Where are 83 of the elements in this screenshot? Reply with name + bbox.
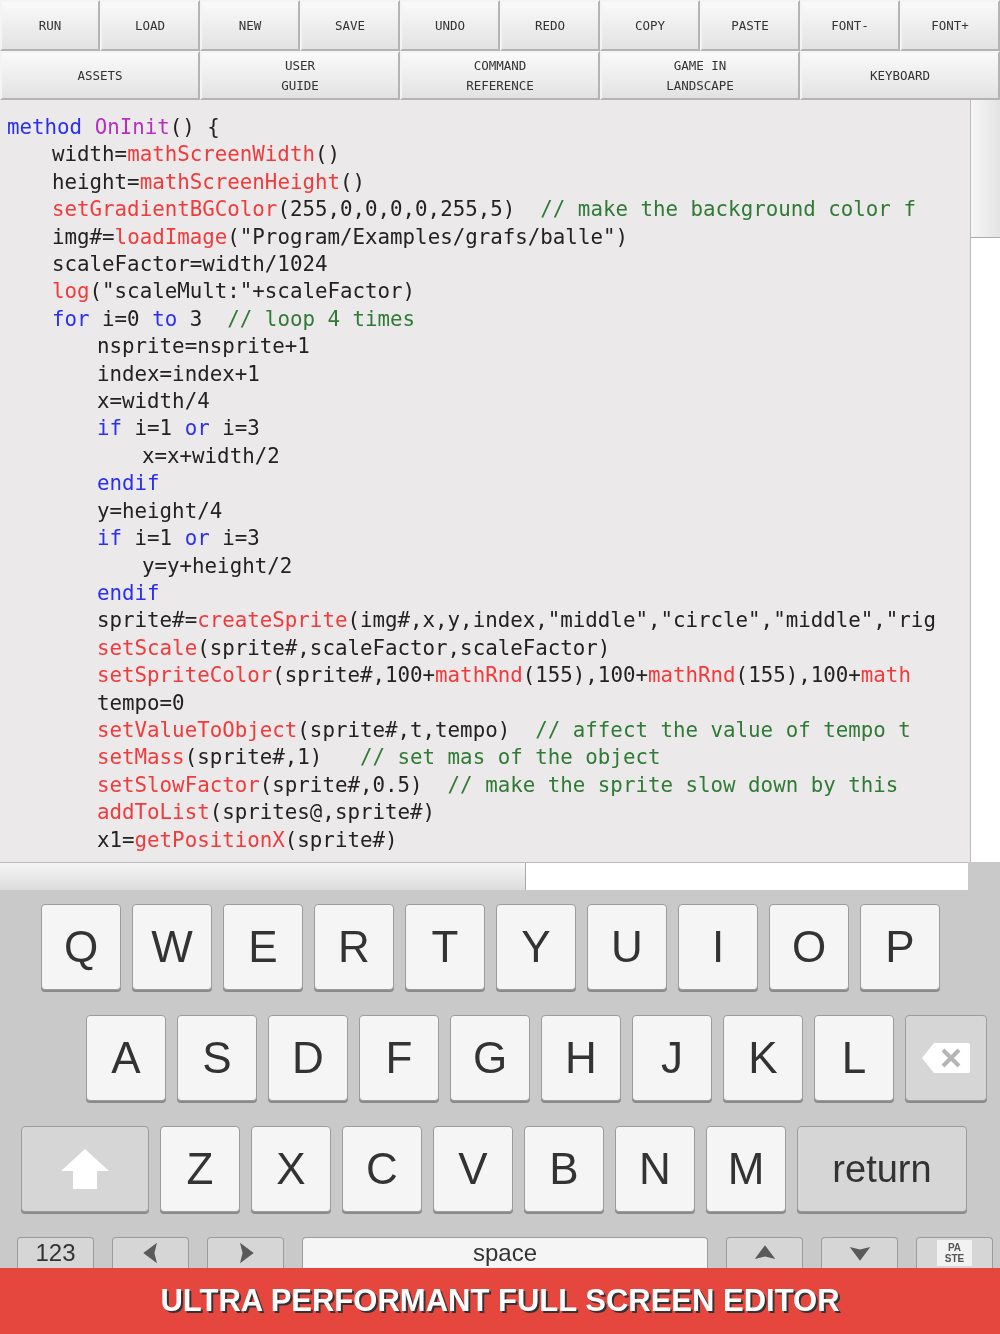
- down-arrow-key[interactable]: [821, 1237, 898, 1268]
- toolbar-button[interactable]: PASTE: [700, 0, 800, 51]
- letter-key[interactable]: V: [433, 1126, 513, 1212]
- letter-key[interactable]: E: [223, 904, 303, 990]
- code-line: log("scaleMult:"+scaleFactor): [52, 278, 416, 306]
- toolbar-button[interactable]: COMMAND REFERENCE: [400, 51, 600, 100]
- letter-key[interactable]: G: [450, 1015, 530, 1101]
- letter-key[interactable]: F: [359, 1015, 439, 1101]
- letter-key[interactable]: N: [615, 1126, 695, 1212]
- letter-key[interactable]: Z: [160, 1126, 240, 1212]
- toolbar-button[interactable]: LOAD: [100, 0, 200, 51]
- toolbar-button[interactable]: GAME IN LANDSCAPE: [600, 51, 800, 100]
- code-line: setValueToObject(sprite#,t,tempo) // affect the value of tempo t: [97, 716, 911, 744]
- left-arrow-key[interactable]: [112, 1237, 189, 1268]
- code-line: img#=loadImage("Program/Examples/grafs/balle"): [52, 223, 628, 251]
- code-line: scaleFactor=width/1024: [52, 251, 328, 279]
- right-arrow-key[interactable]: [207, 1237, 284, 1268]
- code-line: if i=1 or i=3: [97, 415, 260, 443]
- code-line: nsprite=nsprite+1: [97, 333, 310, 361]
- code-line: index=index+1: [97, 360, 260, 388]
- up-arrow-key[interactable]: [726, 1237, 803, 1268]
- toolbar-button[interactable]: UNDO: [400, 0, 500, 51]
- letter-key[interactable]: A: [86, 1015, 166, 1101]
- vertical-scrollbar[interactable]: [970, 100, 1000, 862]
- code-line: width=mathScreenWidth(): [52, 141, 340, 169]
- letter-key[interactable]: O: [769, 904, 849, 990]
- letter-key[interactable]: Q: [41, 904, 121, 990]
- letter-key[interactable]: J: [632, 1015, 712, 1101]
- letter-key[interactable]: P: [860, 904, 940, 990]
- letter-key[interactable]: Y: [496, 904, 576, 990]
- code-line: method OnInit() {: [7, 114, 220, 141]
- toolbar-button[interactable]: NEW: [200, 0, 300, 51]
- toolbar-button[interactable]: REDO: [500, 0, 600, 51]
- letter-key[interactable]: C: [342, 1126, 422, 1212]
- shift-key[interactable]: [21, 1126, 149, 1212]
- horizontal-scrollbar[interactable]: [0, 862, 968, 890]
- letter-key[interactable]: K: [723, 1015, 803, 1101]
- code-line: setSlowFactor(sprite#,0.5) // make the sprite slow down by this: [97, 771, 899, 799]
- toolbar-button[interactable]: SAVE: [300, 0, 400, 51]
- code-line: x1=getPositionX(sprite#): [97, 826, 398, 854]
- shift-arrow-icon: [59, 1147, 111, 1191]
- toolbar-button[interactable]: FONT+: [900, 0, 1000, 51]
- numbers-key[interactable]: 123: [17, 1237, 94, 1268]
- code-line: endif: [97, 579, 160, 607]
- code-line: setGradientBGColor(255,0,0,0,0,255,5) // make the background color f: [52, 196, 916, 224]
- code-line: y=height/4: [97, 497, 223, 525]
- code-line: sprite#=createSprite(img#,x,y,index,"middle","circle","middle","rig: [97, 607, 936, 635]
- code-line: endif: [97, 470, 160, 498]
- code-line: height=mathScreenHeight(): [52, 168, 366, 196]
- paste-key[interactable]: PA STE: [916, 1237, 993, 1268]
- return-key[interactable]: return: [797, 1126, 967, 1212]
- toolbar-button[interactable]: ASSETS: [0, 51, 200, 100]
- letter-key[interactable]: W: [132, 904, 212, 990]
- letter-key[interactable]: U: [587, 904, 667, 990]
- letter-key[interactable]: I: [678, 904, 758, 990]
- letter-key[interactable]: H: [541, 1015, 621, 1101]
- letter-key[interactable]: S: [177, 1015, 257, 1101]
- code-line: for i=0 to 3 // loop 4 times: [52, 305, 416, 333]
- letter-key[interactable]: X: [251, 1126, 331, 1212]
- code-line: x=x+width/2: [142, 442, 280, 470]
- code-line: addToList(sprites@,sprite#): [97, 799, 436, 827]
- code-line: if i=1 or i=3: [97, 525, 260, 553]
- code-line: setMass(sprite#,1) // set mas of the object: [97, 744, 661, 772]
- letter-key[interactable]: T: [405, 904, 485, 990]
- code-line: tempo=0: [97, 689, 185, 717]
- toolbar-button[interactable]: FONT-: [800, 0, 900, 51]
- letter-key[interactable]: D: [268, 1015, 348, 1101]
- code-line: setScale(sprite#,scaleFactor,scaleFactor): [97, 634, 611, 662]
- code-line: y=y+height/2: [142, 552, 293, 580]
- banner-text: ULTRA PERFORMANT FULL SCREEN EDITOR: [160, 1283, 840, 1319]
- letter-key[interactable]: B: [524, 1126, 604, 1212]
- space-key[interactable]: space: [302, 1237, 708, 1268]
- code-line: x=width/4: [97, 388, 210, 416]
- code-line: setSpriteColor(sprite#,100+mathRnd(155),100+mathRnd(155),100+math: [97, 662, 911, 690]
- backspace-icon: [920, 1041, 972, 1075]
- letter-key[interactable]: R: [314, 904, 394, 990]
- toolbar-button[interactable]: RUN: [0, 0, 100, 51]
- toolbar-button[interactable]: USER GUIDE: [200, 51, 400, 100]
- toolbar-button[interactable]: COPY: [600, 0, 700, 51]
- backspace-key[interactable]: [905, 1015, 987, 1101]
- letter-key[interactable]: M: [706, 1126, 786, 1212]
- toolbar-button[interactable]: KEYBOARD: [800, 51, 1000, 100]
- letter-key[interactable]: L: [814, 1015, 894, 1101]
